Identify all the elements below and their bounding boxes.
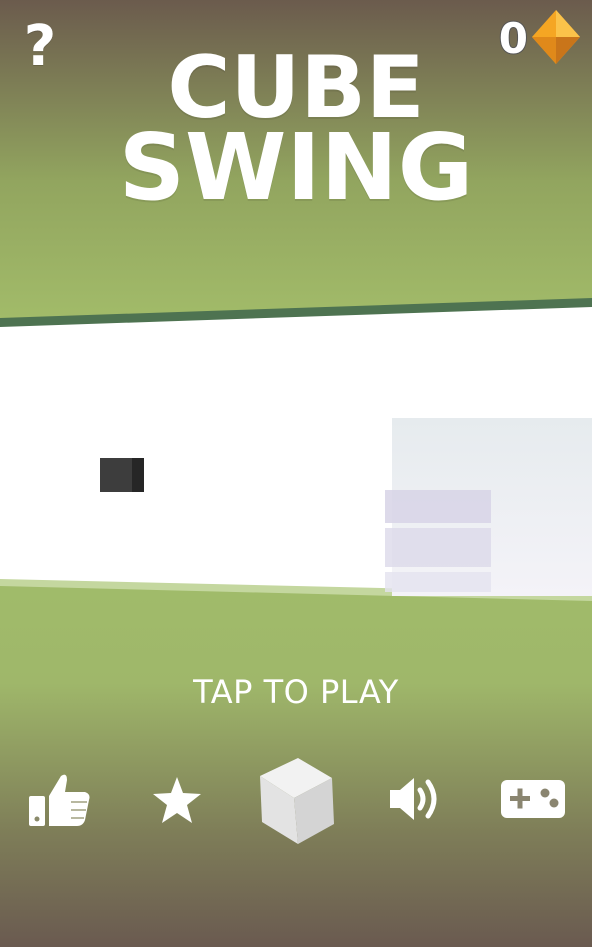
player-cube: [100, 458, 144, 492]
more-games-button[interactable]: [498, 776, 568, 822]
tap-to-play-prompt[interactable]: TAP TO PLAY: [0, 673, 592, 711]
star-icon: [153, 777, 201, 823]
speaker-icon: [390, 778, 437, 820]
cube-select-button[interactable]: [252, 752, 338, 848]
gamepad-icon: [501, 780, 565, 818]
obstacle-stack: [385, 418, 592, 596]
game-title: CUBE SWING: [0, 45, 592, 221]
leaderboard-button[interactable]: [148, 772, 206, 828]
sound-button[interactable]: [384, 770, 444, 828]
cube-icon: [260, 758, 334, 844]
thumbs-up-icon: [29, 774, 90, 826]
title-line-2: SWING: [118, 114, 474, 221]
rate-button[interactable]: [26, 770, 92, 830]
bottom-bar: [0, 752, 592, 848]
